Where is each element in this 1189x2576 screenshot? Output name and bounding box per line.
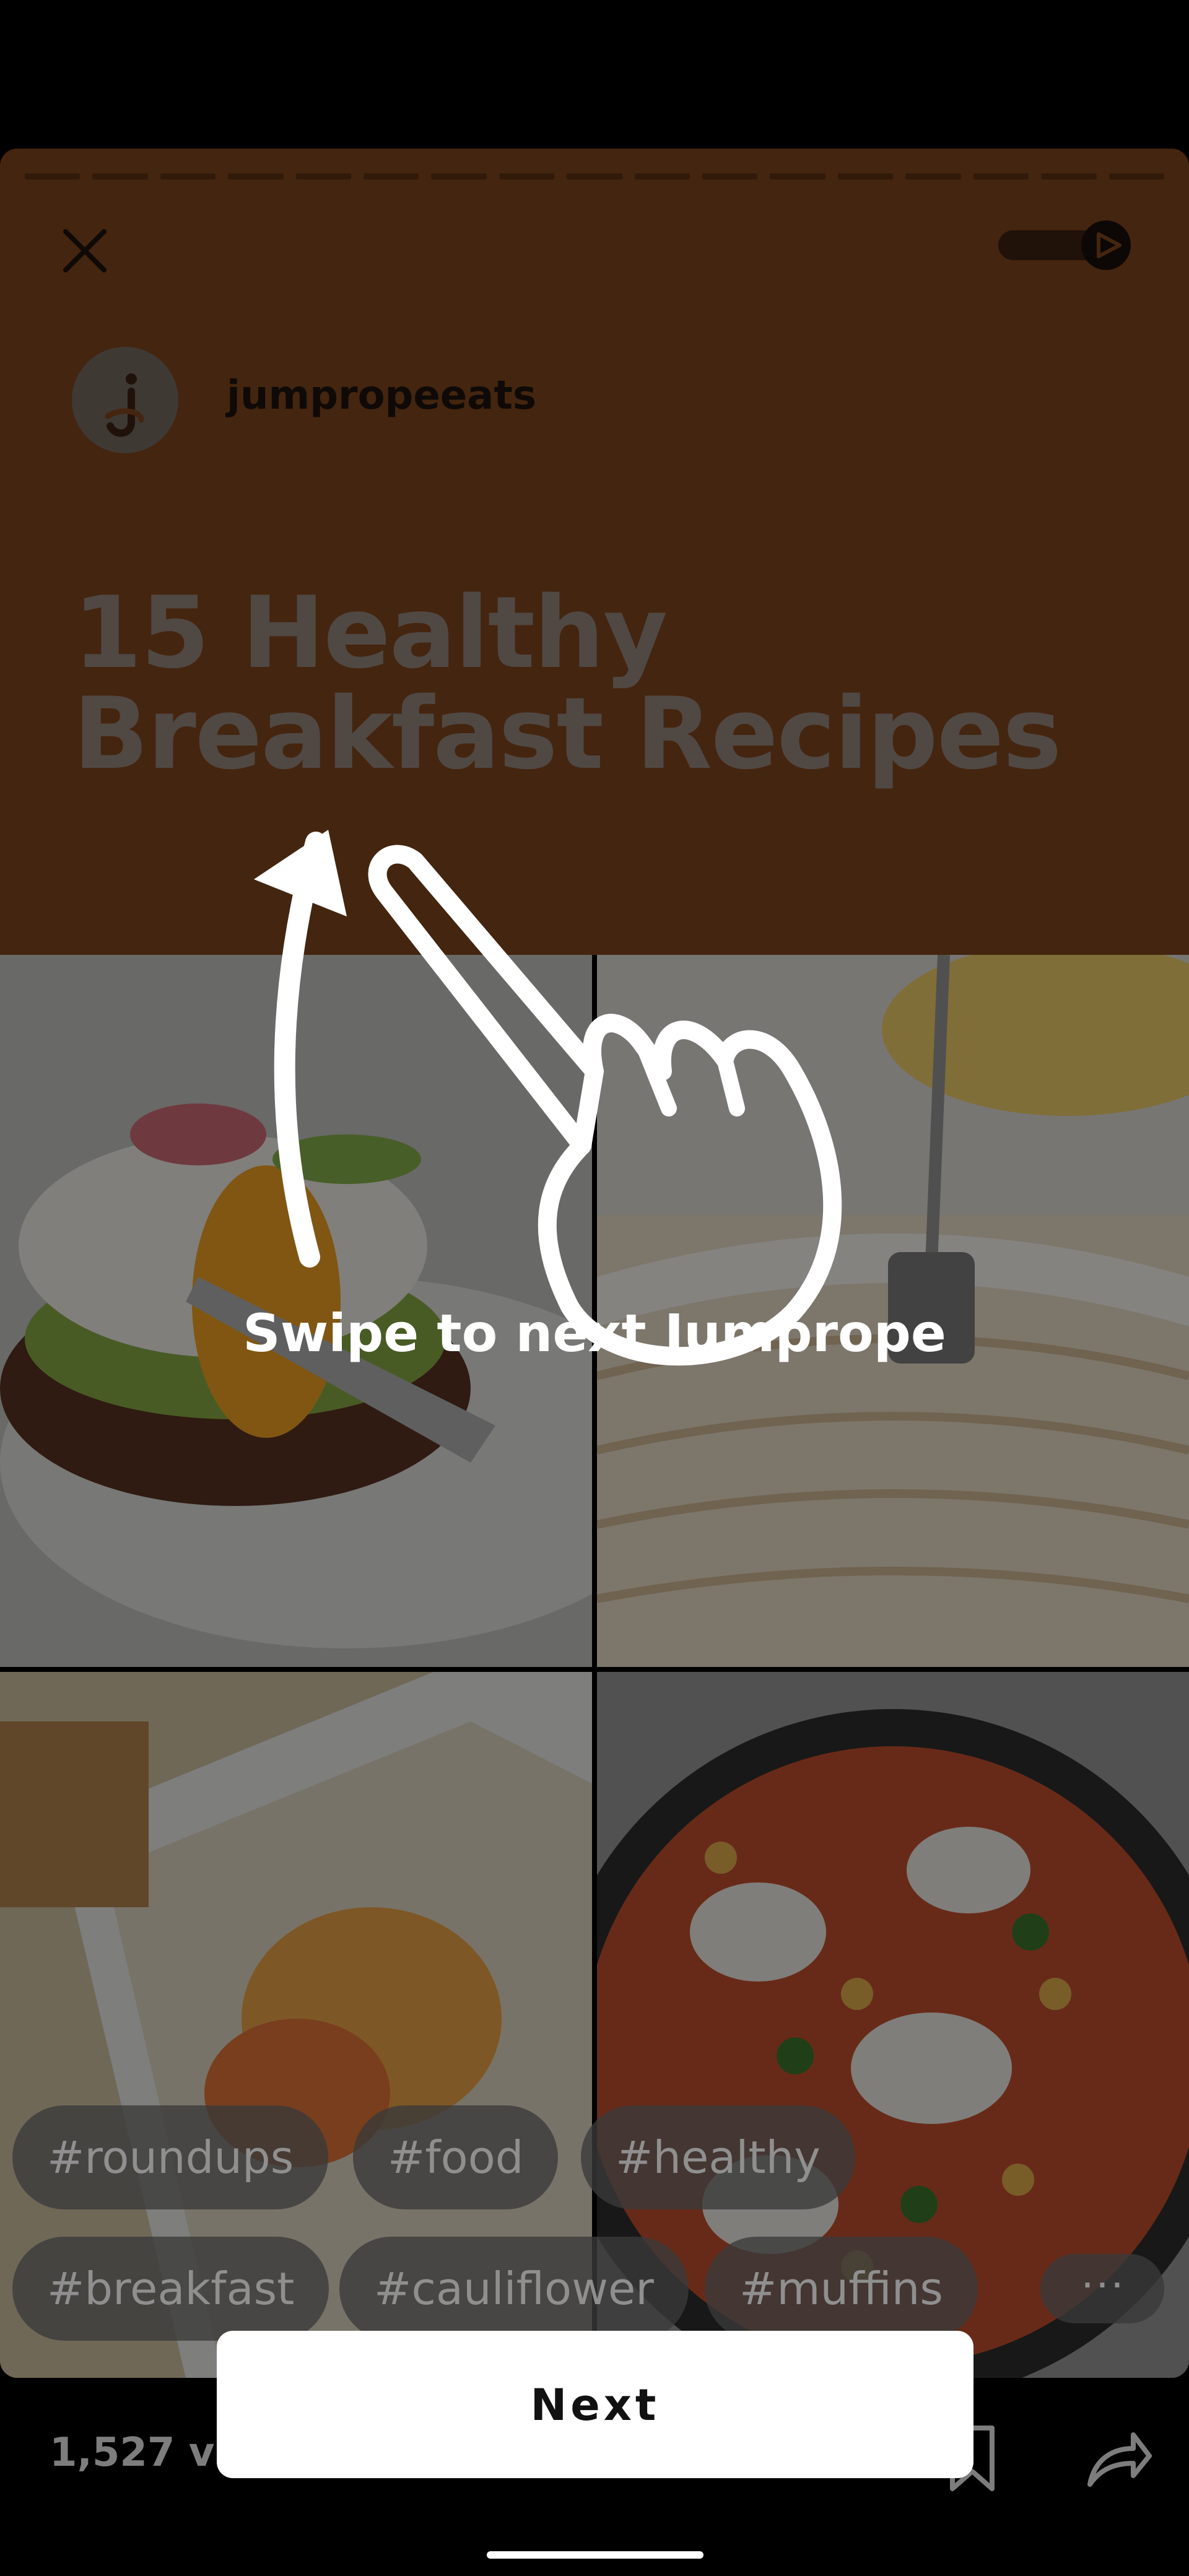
progress-segment (973, 173, 1029, 180)
home-indicator[interactable] (487, 2551, 703, 2559)
progress-segment (702, 173, 758, 180)
progress-segment (431, 173, 487, 180)
close-icon (63, 229, 107, 272)
tag-chip[interactable]: #breakfast (12, 2237, 329, 2341)
progress-segment (228, 173, 284, 180)
progress-segment (499, 173, 555, 180)
tag-chip[interactable]: #healthy (581, 2105, 855, 2209)
progress-segment (634, 173, 690, 180)
swipe-hand-icon (368, 845, 842, 1366)
progress-segment (905, 173, 961, 180)
next-button[interactable]: Next (217, 2331, 973, 2478)
progress-segment (770, 173, 825, 180)
autoplay-toggle[interactable] (998, 220, 1139, 270)
close-button[interactable] (57, 223, 113, 279)
arrow-up-icon (254, 830, 347, 1268)
jumprope-logo-icon (105, 373, 144, 437)
progress-segment (25, 173, 81, 180)
tag-chip[interactable]: #roundups (12, 2105, 329, 2209)
progress-segment (1108, 173, 1164, 180)
progress-segment (160, 173, 216, 180)
story-progress-bar (25, 173, 1164, 180)
username[interactable]: jumpropeeats (227, 373, 536, 419)
tag-chip[interactable]: #food (353, 2105, 559, 2209)
progress-segment (567, 173, 622, 180)
avatar[interactable] (72, 347, 178, 453)
tag-chip[interactable]: #cauliflower (339, 2237, 689, 2341)
progress-segment (92, 173, 148, 180)
story-title: 15 Healthy Breakfast Recipes (73, 575, 1061, 792)
swipe-hint-text: Swipe to next Jumprope (243, 1303, 946, 1364)
share-icon[interactable] (1085, 2427, 1153, 2489)
tag-chip[interactable]: #muffins (705, 2237, 978, 2341)
story-card[interactable]: jumpropeeats 15 Healthy Breakfast Recipe… (0, 149, 1189, 2378)
progress-segment (1041, 173, 1097, 180)
progress-segment (295, 173, 352, 180)
progress-segment (837, 173, 894, 180)
more-tags-button[interactable]: ··· (1040, 2254, 1164, 2323)
progress-segment (364, 173, 419, 180)
